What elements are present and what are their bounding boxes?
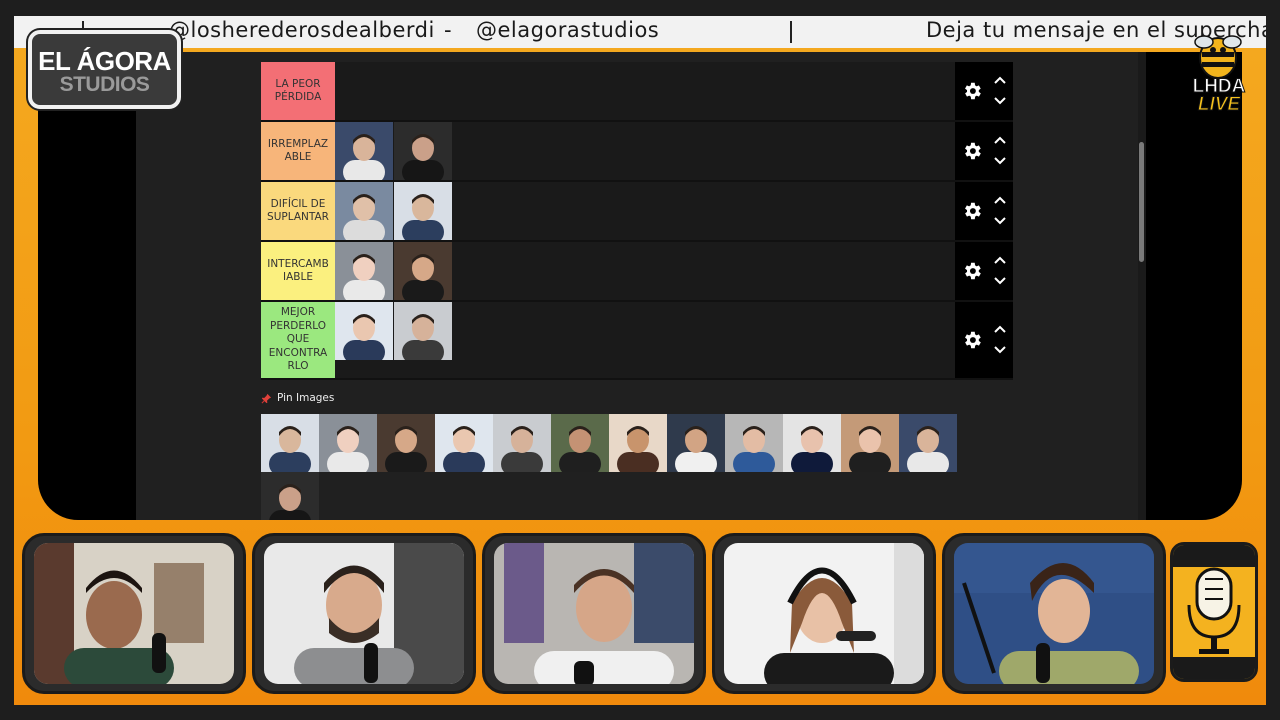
microphone-icon [1173, 545, 1255, 679]
chevron-up-icon[interactable] [993, 255, 1007, 265]
gear-icon[interactable] [961, 140, 983, 162]
ticker-handle-2: @elagorastudios [476, 18, 660, 42]
tier-drop-zone[interactable] [335, 62, 955, 120]
tier-drop-zone[interactable] [335, 242, 955, 300]
chevron-down-icon[interactable] [993, 216, 1007, 226]
participant-video-2 [264, 543, 464, 684]
portrait-5[interactable] [335, 242, 393, 300]
pool-portrait[interactable] [261, 414, 319, 472]
ticker-separator [790, 21, 792, 43]
participant-video-4 [724, 543, 924, 684]
tier-row: DIFÍCIL DE SUPLANTAR [261, 182, 1013, 242]
portrait-3[interactable] [335, 182, 393, 240]
portrait-1[interactable] [335, 122, 393, 180]
camera-feed-4 [712, 533, 936, 694]
tier-row: LA PEOR PÉRDIDA [261, 62, 1013, 122]
portrait-6[interactable] [394, 242, 452, 300]
chevron-up-icon[interactable] [993, 135, 1007, 145]
tier-controls [955, 122, 1013, 180]
participant-video-3 [494, 543, 694, 684]
chevron-down-icon[interactable] [993, 276, 1007, 286]
chevron-up-icon[interactable] [993, 75, 1007, 85]
pool-portrait[interactable] [667, 414, 725, 472]
lhda-line-2: LIVE [1197, 94, 1241, 116]
participant-video-1 [34, 543, 234, 684]
podcast-mic-logo [1170, 542, 1258, 682]
ticker-dash: - [444, 18, 453, 42]
camera-feed-1 [22, 533, 246, 694]
pool-portrait[interactable] [493, 414, 551, 472]
el-agora-studios-logo: EL ÁGORA STUDIOS [28, 30, 181, 109]
portrait-2[interactable] [394, 122, 452, 180]
gear-icon[interactable] [961, 260, 983, 282]
tier-label[interactable]: IRREMPLAZ ABLE [261, 122, 335, 180]
ticker-bar: @losherederosdealberdi - @elagorastudios… [14, 16, 1266, 51]
tier-controls [955, 242, 1013, 300]
gear-icon[interactable] [961, 200, 983, 222]
pool-portrait[interactable] [435, 414, 493, 472]
portrait-8[interactable] [394, 302, 452, 360]
camera-feed-3 [482, 533, 706, 694]
tier-controls [955, 62, 1013, 120]
chevron-down-icon[interactable] [993, 345, 1007, 355]
pool-portrait[interactable] [261, 472, 319, 520]
pool-portrait[interactable] [609, 414, 667, 472]
portrait-4[interactable] [394, 182, 452, 240]
tier-table: LA PEOR PÉRDIDA IRREMPLAZ ABLE DIFÍCIL DE … [261, 62, 1013, 380]
tier-row: INTERCAMB IABLE [261, 242, 1013, 302]
tier-label[interactable]: INTERCAMB IABLE [261, 242, 335, 300]
gear-icon[interactable] [961, 80, 983, 102]
pin-images-header[interactable]: Pin Images [261, 392, 334, 404]
ticker-handle-1: @losherederosdealberdi [169, 18, 435, 42]
tier-controls [955, 182, 1013, 240]
tier-drop-zone[interactable] [335, 122, 955, 180]
scrollbar-track[interactable] [1138, 52, 1146, 520]
chevron-down-icon[interactable] [993, 156, 1007, 166]
chevron-up-icon[interactable] [993, 324, 1007, 334]
pool-portrait[interactable] [725, 414, 783, 472]
participant-video-5 [954, 543, 1154, 684]
chevron-up-icon[interactable] [993, 195, 1007, 205]
pushpin-icon [261, 393, 272, 403]
pool-portrait[interactable] [319, 414, 377, 472]
shared-screen: LA PEOR PÉRDIDA IRREMPLAZ ABLE DIFÍCIL DE … [38, 52, 1242, 520]
tier-label[interactable]: MEJOR PERDERLO QUE ENCONTRA RLO [261, 302, 335, 378]
pool-portrait[interactable] [899, 414, 957, 472]
pool-portrait[interactable] [783, 414, 841, 472]
tier-drop-zone[interactable] [335, 182, 955, 240]
tier-label[interactable]: LA PEOR PÉRDIDA [261, 62, 335, 120]
portrait-7[interactable] [335, 302, 393, 360]
scrollbar-thumb[interactable] [1139, 142, 1144, 262]
tier-controls [955, 302, 1013, 378]
camera-feed-2 [252, 533, 476, 694]
pool-portrait[interactable] [841, 414, 899, 472]
unranked-image-pool [261, 414, 981, 520]
pin-images-label: Pin Images [277, 392, 335, 404]
pool-portrait[interactable] [551, 414, 609, 472]
tier-row: IRREMPLAZ ABLE [261, 122, 1013, 182]
lhda-live-logo: LHDA LIVE [1180, 28, 1256, 128]
bee-mascot-icon [1194, 35, 1242, 79]
pool-portrait[interactable] [377, 414, 435, 472]
tier-drop-zone[interactable] [335, 302, 955, 378]
chevron-down-icon[interactable] [993, 96, 1007, 106]
logo-line-2: STUDIOS [59, 73, 150, 96]
gear-icon[interactable] [961, 329, 983, 351]
tier-row: MEJOR PERDERLO QUE ENCONTRA RLO [261, 302, 1013, 380]
camera-feed-5 [942, 533, 1166, 694]
tier-label[interactable]: DIFÍCIL DE SUPLANTAR [261, 182, 335, 240]
